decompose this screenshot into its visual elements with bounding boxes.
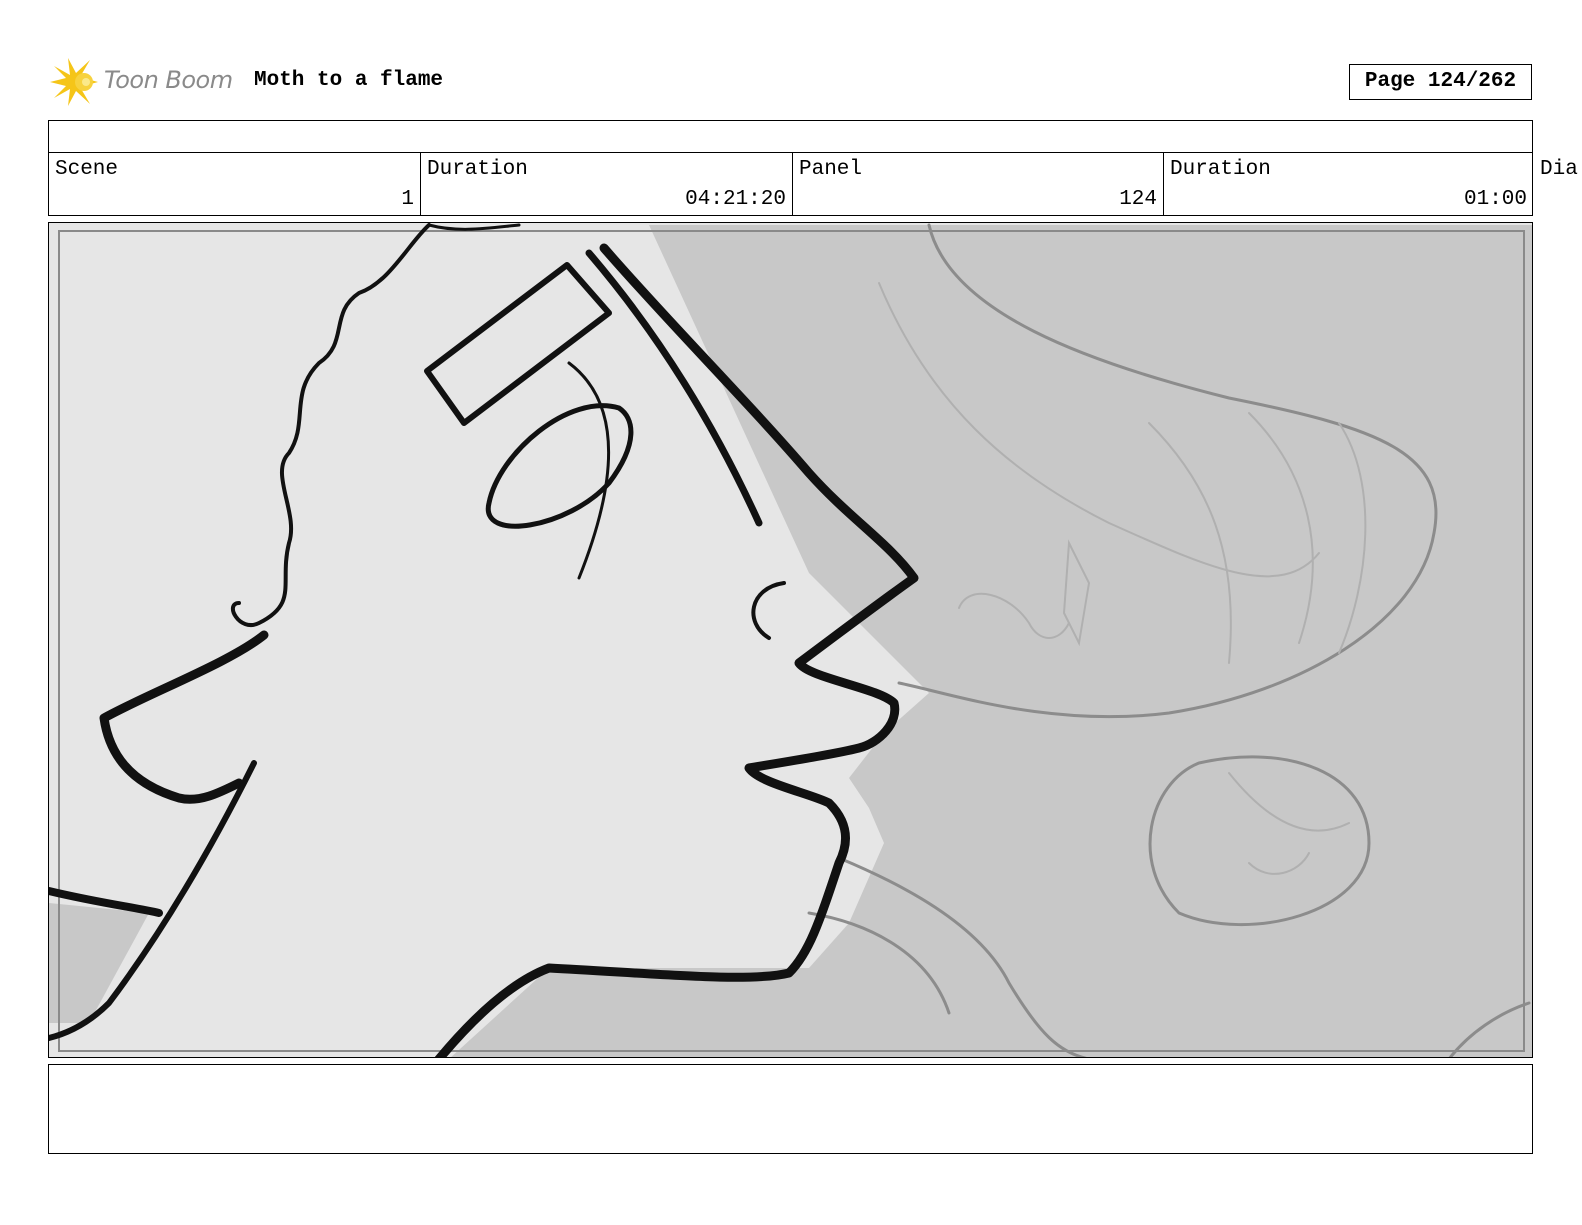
scene-value: 1 [401, 188, 414, 211]
project-title: Moth to a flame [254, 69, 444, 92]
panel-notes-box [48, 1064, 1533, 1154]
starburst-logo-icon [50, 58, 98, 106]
dialogue-label: Dia [1540, 158, 1578, 181]
scene-duration-label: Duration [427, 158, 528, 181]
panel-label: Panel [799, 158, 863, 181]
panel-cell: Panel 124 [793, 152, 1164, 215]
scene-cell: Scene 1 [49, 152, 421, 215]
panel-duration-label: Duration [1170, 158, 1271, 181]
panel-duration-cell: Duration 01:00 [1164, 152, 1533, 215]
storyboard-panel-image [48, 222, 1533, 1058]
scene-duration-cell: Duration 04:21:20 [421, 152, 793, 215]
logo-wordmark: Toon Boom [104, 66, 233, 94]
page-number: Page 124/262 [1349, 64, 1532, 100]
top-strip [48, 120, 1533, 153]
panel-info-row: Scene 1 Duration 04:21:20 Panel 124 Dura… [48, 152, 1533, 216]
panel-duration-value: 01:00 [1463, 188, 1527, 211]
scene-duration-value: 04:21:20 [685, 188, 786, 211]
scene-label: Scene [55, 158, 119, 181]
sketch-drawing [49, 223, 1532, 1057]
panel-value: 124 [1119, 188, 1157, 211]
toon-boom-logo: Toon Boom [50, 56, 240, 108]
